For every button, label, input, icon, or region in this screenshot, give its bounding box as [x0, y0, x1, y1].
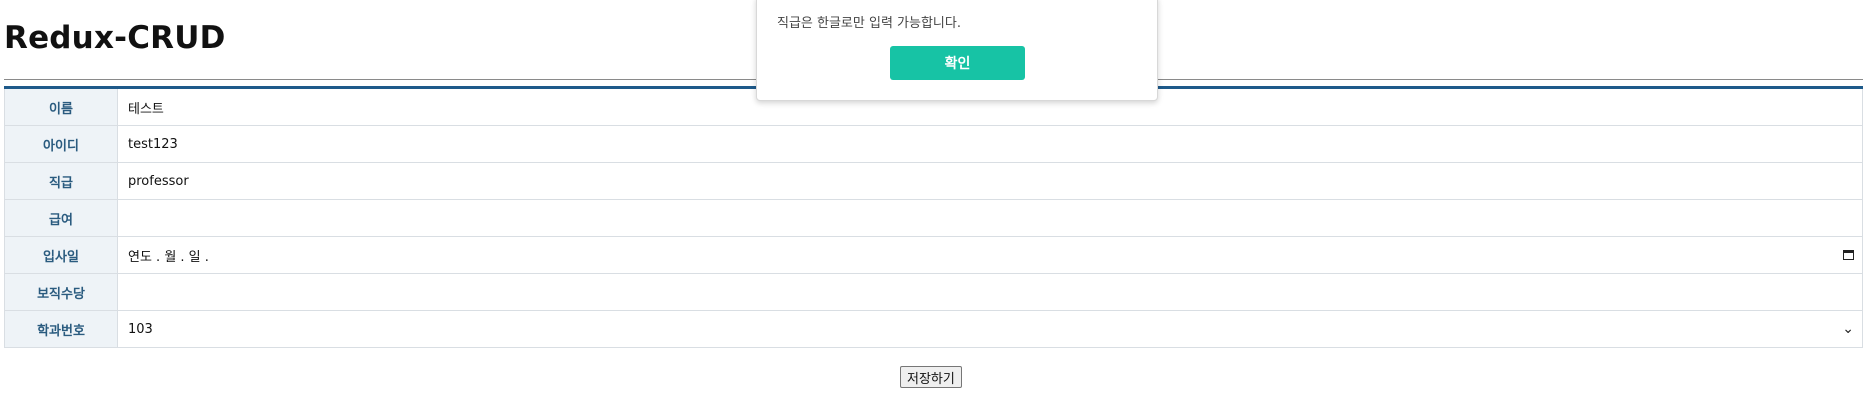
id-label: 아이디 — [4, 125, 118, 163]
allowance-label: 보직수당 — [4, 273, 118, 311]
form-row-allowance: 보직수당 — [4, 273, 1863, 311]
alert-message: 직급은 한글로만 입력 가능합니다. — [777, 16, 961, 31]
form-row-salary: 급여 — [4, 199, 1863, 237]
alert-dialog: 직급은 한글로만 입력 가능합니다. 확인 — [756, 0, 1158, 101]
department-selected-value: 103 — [128, 321, 153, 337]
name-label: 이름 — [4, 87, 118, 126]
employee-form-table: 이름 아이디 직급 급여 — [4, 86, 1863, 348]
allowance-input[interactable] — [128, 277, 1852, 307]
position-label: 직급 — [4, 162, 118, 200]
position-input[interactable] — [128, 166, 1852, 196]
department-select[interactable]: 103 ⌄ — [128, 311, 1862, 347]
salary-label: 급여 — [4, 199, 118, 237]
save-button[interactable]: 저장하기 — [900, 366, 962, 388]
form-row-department: 학과번호 103 ⌄ — [4, 310, 1863, 348]
calendar-icon[interactable] — [1843, 250, 1854, 260]
page: Redux-CRUD 이름 아이디 직급 — [0, 0, 1873, 416]
chevron-down-icon[interactable]: ⌄ — [1842, 322, 1854, 336]
app-title: Redux-CRUD — [4, 20, 226, 56]
department-label: 학과번호 — [4, 310, 118, 348]
hire-date-input[interactable]: 연도 . 월 . 일 . — [128, 237, 1862, 273]
hire-date-label: 입사일 — [4, 236, 118, 274]
alert-confirm-button[interactable]: 확인 — [890, 46, 1025, 80]
salary-input[interactable] — [128, 203, 1852, 233]
form-row-position: 직급 — [4, 162, 1863, 200]
form-row-id: 아이디 — [4, 125, 1863, 163]
hire-date-placeholder: 연도 . 월 . 일 . — [128, 249, 209, 265]
form-row-hire-date: 입사일 연도 . 월 . 일 . — [4, 236, 1863, 274]
id-input[interactable] — [128, 129, 1852, 159]
